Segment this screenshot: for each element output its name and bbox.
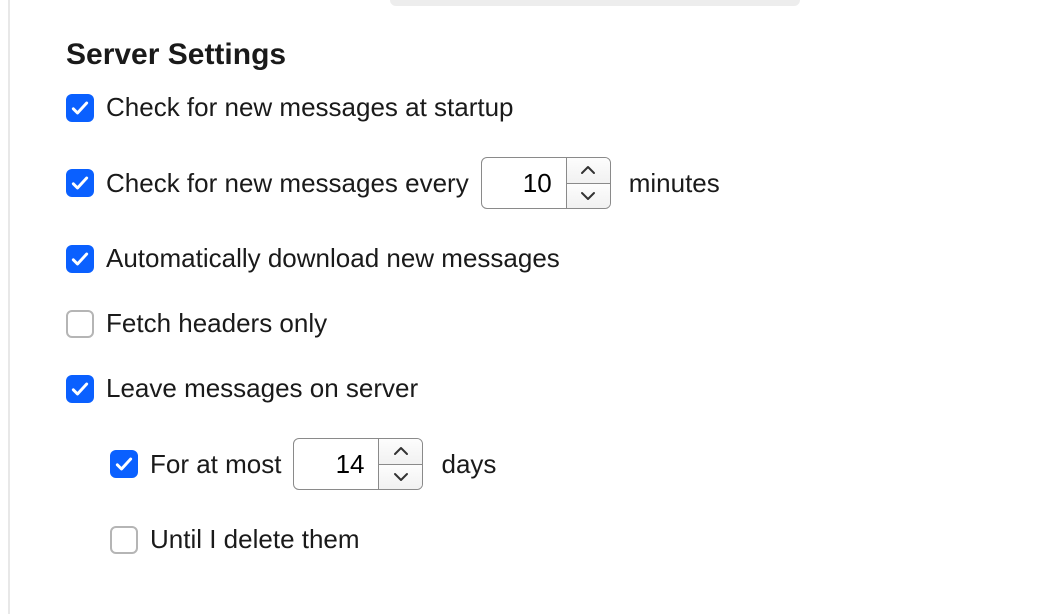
checkbox-auto-download[interactable]	[66, 245, 94, 273]
checkbox-check-startup[interactable]	[66, 94, 94, 122]
chevron-up-icon	[580, 165, 596, 175]
stepper-check-interval	[481, 157, 611, 209]
checkbox-until-delete[interactable]	[110, 526, 138, 554]
stepper-buttons-for-at-most	[378, 439, 422, 489]
option-fetch-headers: Fetch headers only	[66, 308, 1062, 339]
chevron-down-icon	[393, 472, 409, 482]
stepper-for-at-most	[293, 438, 423, 490]
checkbox-fetch-headers[interactable]	[66, 310, 94, 338]
chevron-down-icon	[580, 191, 596, 201]
label-until-delete: Until I delete them	[150, 524, 360, 555]
panel-left-edge	[8, 0, 10, 614]
top-bar-fragment	[390, 0, 800, 6]
input-for-at-most[interactable]	[294, 439, 378, 489]
checkbox-leave-on-server[interactable]	[66, 375, 94, 403]
option-until-delete: Until I delete them	[110, 524, 1062, 555]
suffix-minutes: minutes	[629, 168, 720, 199]
chevron-up-icon	[393, 446, 409, 456]
input-check-interval[interactable]	[482, 158, 566, 208]
stepper-up-check-interval[interactable]	[567, 158, 610, 184]
stepper-down-check-interval[interactable]	[567, 184, 610, 209]
label-fetch-headers: Fetch headers only	[106, 308, 327, 339]
check-icon	[70, 379, 90, 399]
option-check-startup: Check for new messages at startup	[66, 92, 1062, 123]
check-icon	[114, 454, 134, 474]
section-title: Server Settings	[66, 38, 1062, 72]
label-check-startup: Check for new messages at startup	[106, 92, 514, 123]
checkbox-for-at-most[interactable]	[110, 450, 138, 478]
option-leave-on-server: Leave messages on server	[66, 373, 1062, 404]
option-auto-download: Automatically download new messages	[66, 243, 1062, 274]
option-for-at-most: For at most days	[110, 438, 1062, 490]
stepper-up-for-at-most[interactable]	[379, 439, 422, 465]
label-leave-on-server: Leave messages on server	[106, 373, 418, 404]
label-auto-download: Automatically download new messages	[106, 243, 560, 274]
check-icon	[70, 249, 90, 269]
label-for-at-most: For at most	[150, 449, 281, 480]
option-check-interval: Check for new messages every minutes	[66, 157, 1062, 209]
checkbox-check-interval[interactable]	[66, 169, 94, 197]
suffix-days: days	[441, 449, 496, 480]
stepper-buttons-check-interval	[566, 158, 610, 208]
check-icon	[70, 173, 90, 193]
label-check-interval: Check for new messages every	[106, 168, 469, 199]
stepper-down-for-at-most[interactable]	[379, 465, 422, 490]
check-icon	[70, 98, 90, 118]
